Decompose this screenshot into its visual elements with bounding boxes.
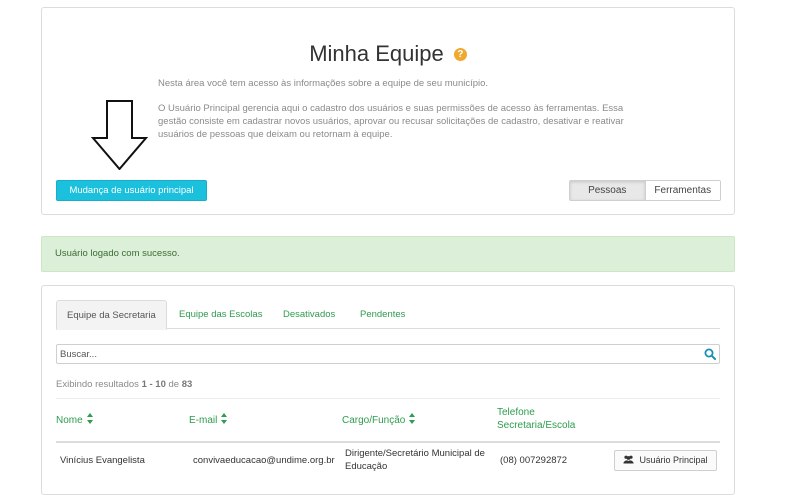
team-tabs: Equipe da Secretaria Equipe das Escolas …: [56, 300, 720, 330]
title-row: Minha Equipe?: [42, 41, 734, 67]
team-list-panel: Equipe da Secretaria Equipe das Escolas …: [41, 285, 735, 495]
sort-icon[interactable]: [86, 413, 93, 424]
column-label: Nome: [56, 415, 83, 426]
cell-cargo: Dirigente/Secretário Municipal de Educaç…: [345, 448, 485, 472]
role-label: Usuário Principal: [639, 455, 708, 465]
column-label: E-mail: [189, 415, 218, 426]
team-header-panel: Minha Equipe? Nesta área você tem acesso…: [41, 7, 735, 215]
column-header-email[interactable]: E-mail: [189, 413, 228, 427]
principal-user-button[interactable]: Usuário Principal: [614, 450, 717, 471]
results-range: 1 - 10: [141, 379, 166, 390]
tab-pendentes[interactable]: Pendentes: [360, 300, 405, 329]
toggle-pessoas[interactable]: Pessoas: [570, 181, 645, 200]
results-connector: de: [168, 379, 180, 390]
column-header-nome[interactable]: Nome: [56, 413, 93, 427]
search-box: [56, 344, 720, 364]
divider: [56, 398, 720, 399]
help-icon[interactable]: ?: [453, 48, 467, 61]
view-toggle: Pessoas Ferramentas: [569, 180, 721, 201]
cell-nome: Vinícius Evangelista: [60, 455, 145, 466]
cell-telefone: (08) 007292872: [500, 455, 568, 466]
sort-icon[interactable]: [221, 413, 228, 424]
results-total: 83: [181, 379, 193, 390]
sort-icon[interactable]: [409, 413, 416, 424]
column-header-cargo[interactable]: Cargo/Função: [342, 413, 416, 427]
cell-email: convivaeducacao@undime.org.br: [193, 455, 335, 466]
tab-equipe-escolas[interactable]: Equipe das Escolas: [179, 300, 262, 329]
page-title: Minha Equipe: [309, 41, 444, 66]
intro-text: Nesta área você tem acesso às informaçõe…: [158, 78, 489, 89]
search-icon[interactable]: [704, 348, 716, 360]
toggle-ferramentas[interactable]: Ferramentas: [644, 181, 720, 200]
search-input[interactable]: [57, 345, 697, 363]
intro-description: O Usuário Principal gerencia aqui o cada…: [158, 103, 624, 140]
down-arrow-annotation-icon: [90, 100, 149, 170]
success-alert: Usuário logado com sucesso.: [41, 236, 735, 272]
tab-equipe-secretaria[interactable]: Equipe da Secretaria: [56, 300, 167, 330]
results-prefix: Exibindo resultados: [56, 379, 139, 390]
users-icon: [623, 455, 634, 464]
tab-desativados[interactable]: Desativados: [283, 300, 335, 329]
results-summary: Exibindo resultados 1 - 10 de 83: [56, 379, 192, 390]
change-principal-user-button[interactable]: Mudança de usuário principal: [56, 180, 207, 201]
table-header-divider: [56, 441, 720, 443]
column-label: Cargo/Função: [342, 415, 406, 426]
column-header-telefone: Telefone Secretaria/Escola: [497, 407, 576, 431]
